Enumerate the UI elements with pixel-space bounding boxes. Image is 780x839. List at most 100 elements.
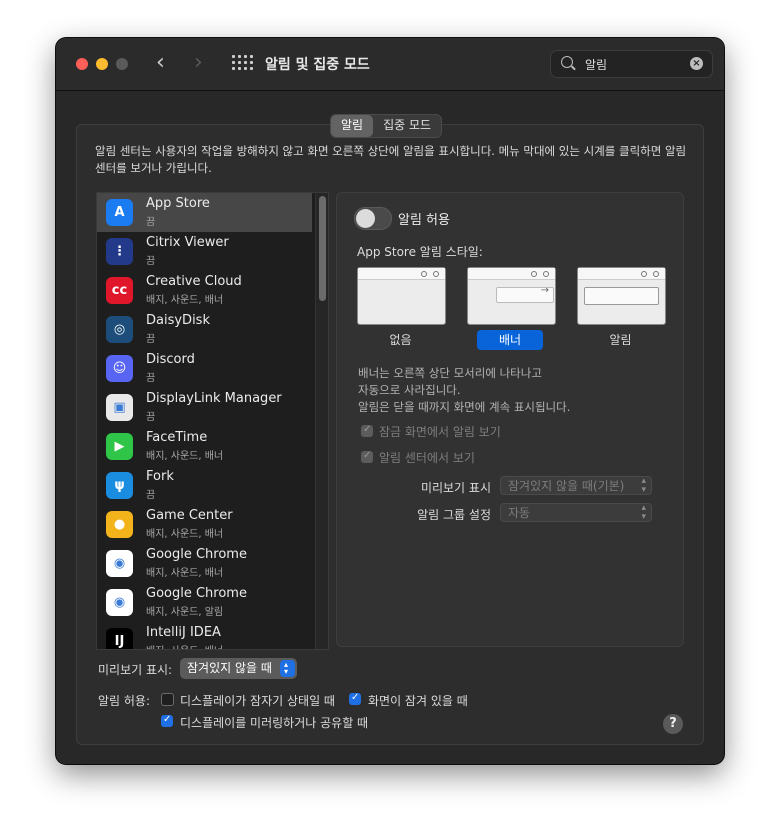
scrollbar-thumb[interactable]	[319, 196, 326, 301]
grouping-value: 자동	[508, 506, 531, 520]
style-none-preview[interactable]	[357, 267, 446, 325]
info-line: 자동으로 사라집니다.	[358, 383, 461, 397]
style-banner-label[interactable]: 배너	[477, 330, 543, 350]
help-button[interactable]: ?	[663, 714, 683, 734]
checkmark-icon: ✓	[363, 450, 372, 461]
app-store-icon: A	[106, 199, 133, 226]
display-sleep-label: 디스플레이가 잠자기 상태일 때	[180, 694, 335, 708]
app-list-item[interactable]: IJ IntelliJ IDEA 배지, 사운드, 배너	[97, 622, 312, 649]
checkmark-icon: ✓	[163, 714, 172, 725]
lock-screen-checkbox[interactable]: ✓	[361, 424, 373, 437]
arrow-right-icon: →	[540, 285, 549, 296]
search-input[interactable]	[585, 55, 685, 73]
app-status: 배지, 사운드, 배너	[146, 529, 224, 540]
style-alert-label[interactable]: 알림	[577, 331, 664, 348]
app-list-item[interactable]: ⋮ Citrix Viewer 끔	[97, 232, 312, 271]
style-info: 배너는 오른쪽 상단 모서리에 나타나고 자동으로 사라집니다. 알림은 닫을 …	[358, 365, 678, 416]
app-name: DaisyDisk	[146, 313, 210, 328]
app-list-item[interactable]: A App Store 끔	[97, 193, 312, 232]
scrollbar[interactable]	[315, 193, 328, 649]
clear-search-icon[interactable]: ×	[690, 57, 703, 70]
preview-value: 잠겨있지 않을 때(기본)	[508, 479, 625, 493]
app-status: 끔	[146, 217, 156, 228]
description-text: 알림 센터는 사용자의 작업을 방해하지 않고 화면 오른쪽 상단에 알림을 표…	[95, 144, 687, 175]
bottom-preview-popup[interactable]: 잠겨있지 않을 때 ▴ ▾	[180, 658, 297, 679]
mirroring-label: 디스플레이를 미러링하거나 공유할 때	[180, 716, 369, 730]
chevron-left-icon: ‹	[156, 50, 165, 75]
screen-locked-label: 화면이 잠겨 있을 때	[368, 694, 468, 708]
search-field[interactable]: ×	[550, 50, 713, 78]
grouping-popup[interactable]: 자동 ▴ ▾	[500, 503, 652, 522]
titlebar: ‹ › 알림 및 집중 모드 ×	[56, 38, 724, 91]
forward-button[interactable]: ›	[194, 52, 203, 74]
app-status: 배지, 사운드, 배너	[146, 568, 224, 579]
preferences-window: ‹ › 알림 및 집중 모드 × 알림 집중 모드 알림 센터는 사용자의 작업…	[56, 38, 724, 764]
app-name: Google Chrome	[146, 547, 247, 562]
bottom-preview-value: 잠겨있지 않을 때	[187, 661, 272, 675]
discord-icon: ☺	[106, 355, 133, 382]
chrome-icon: ◉	[106, 550, 133, 577]
app-list-item[interactable]: ☺ Discord 끔	[97, 349, 312, 388]
app-name: DisplayLink Manager	[146, 391, 282, 406]
app-list-item[interactable]: cc Creative Cloud 배지, 사운드, 배너	[97, 271, 312, 310]
back-button[interactable]: ‹	[156, 52, 165, 74]
style-banner-preview[interactable]: →	[467, 267, 556, 325]
updown-arrow-icon: ▴ ▾	[280, 660, 295, 677]
app-status: 배지, 사운드, 알림	[146, 607, 224, 618]
display-sleep-checkbox[interactable]	[161, 693, 174, 706]
app-name: Google Chrome	[146, 586, 247, 601]
window-title: 알림 및 집중 모드	[265, 57, 370, 73]
app-list-item[interactable]: ▣ DisplayLink Manager 끔	[97, 388, 312, 427]
search-icon	[561, 56, 573, 68]
app-list-item[interactable]: ● Game Center 배지, 사운드, 배너	[97, 505, 312, 544]
app-list-item[interactable]: ◉ Google Chrome 배지, 사운드, 배너	[97, 544, 312, 583]
facetime-icon: ▶	[106, 433, 133, 460]
notification-center-checkbox[interactable]: ✓	[361, 450, 373, 463]
app-list: IJ IntelliJ IDEA 배지, 사운드, 배너 ◉ Google Chrome…	[96, 192, 329, 650]
tab-notifications[interactable]: 알림	[331, 115, 374, 137]
app-list-item[interactable]: ◎ DaisyDisk 끔	[97, 310, 312, 349]
app-name: Citrix Viewer	[146, 235, 229, 250]
allow-when-label: 알림 허용:	[98, 694, 151, 708]
show-all-grid-icon[interactable]	[232, 55, 253, 73]
preview-popup[interactable]: 잠겨있지 않을 때(기본) ▴ ▾	[500, 476, 652, 495]
grouping-label: 알림 그룹 설정	[417, 508, 491, 522]
app-list-item[interactable]: ▶ FaceTime 배지, 사운드, 배너	[97, 427, 312, 466]
app-name: App Store	[146, 196, 210, 211]
daisydisk-icon: ◎	[106, 316, 133, 343]
app-list-item[interactable]: ψ Fork 끔	[97, 466, 312, 505]
info-line: 배너는 오른쪽 상단 모서리에 나타나고	[358, 366, 542, 380]
segmented-control: 알림 집중 모드	[330, 114, 443, 138]
allow-notifications-toggle[interactable]	[354, 207, 392, 230]
preview-label: 미리보기 표시	[420, 481, 491, 495]
app-name: IntelliJ IDEA	[146, 625, 221, 640]
app-status: 배지, 사운드, 배너	[146, 295, 224, 306]
updown-arrow-icon: ▴ ▾	[641, 476, 646, 495]
zoom-button[interactable]	[116, 58, 128, 70]
style-none-label[interactable]: 없음	[357, 331, 444, 348]
fork-icon: ψ	[106, 472, 133, 499]
screen-locked-checkbox[interactable]: ✓	[349, 692, 361, 705]
app-name: FaceTime	[146, 430, 208, 445]
app-name: Game Center	[146, 508, 233, 523]
minimize-button[interactable]	[96, 58, 108, 70]
close-button[interactable]	[76, 58, 88, 70]
app-status: 배지, 사운드, 배너	[146, 451, 224, 462]
bottom-preview-label: 미리보기 표시:	[98, 663, 173, 677]
app-status: 배지, 사운드, 배너	[146, 642, 223, 649]
toggle-knob	[356, 209, 375, 228]
checkmark-icon: ✓	[363, 424, 372, 435]
app-name: Fork	[146, 469, 174, 484]
updown-arrow-icon: ▴ ▾	[641, 503, 646, 522]
app-status: 끔	[146, 256, 156, 267]
checkmark-icon: ✓	[351, 692, 360, 703]
style-alert-preview[interactable]	[577, 267, 666, 325]
info-line: 알림은 닫을 때까지 화면에 계속 표시됩니다.	[358, 400, 571, 414]
tab-focus[interactable]: 집중 모드	[373, 115, 441, 137]
alert-sample	[584, 287, 659, 305]
mirroring-checkbox[interactable]: ✓	[161, 714, 173, 727]
app-list-item[interactable]: ◉ Google Chrome 배지, 사운드, 알림	[97, 583, 312, 622]
app-status: 끔	[146, 334, 156, 345]
banner-sample: →	[496, 285, 554, 303]
chevron-right-icon: ›	[194, 50, 203, 75]
